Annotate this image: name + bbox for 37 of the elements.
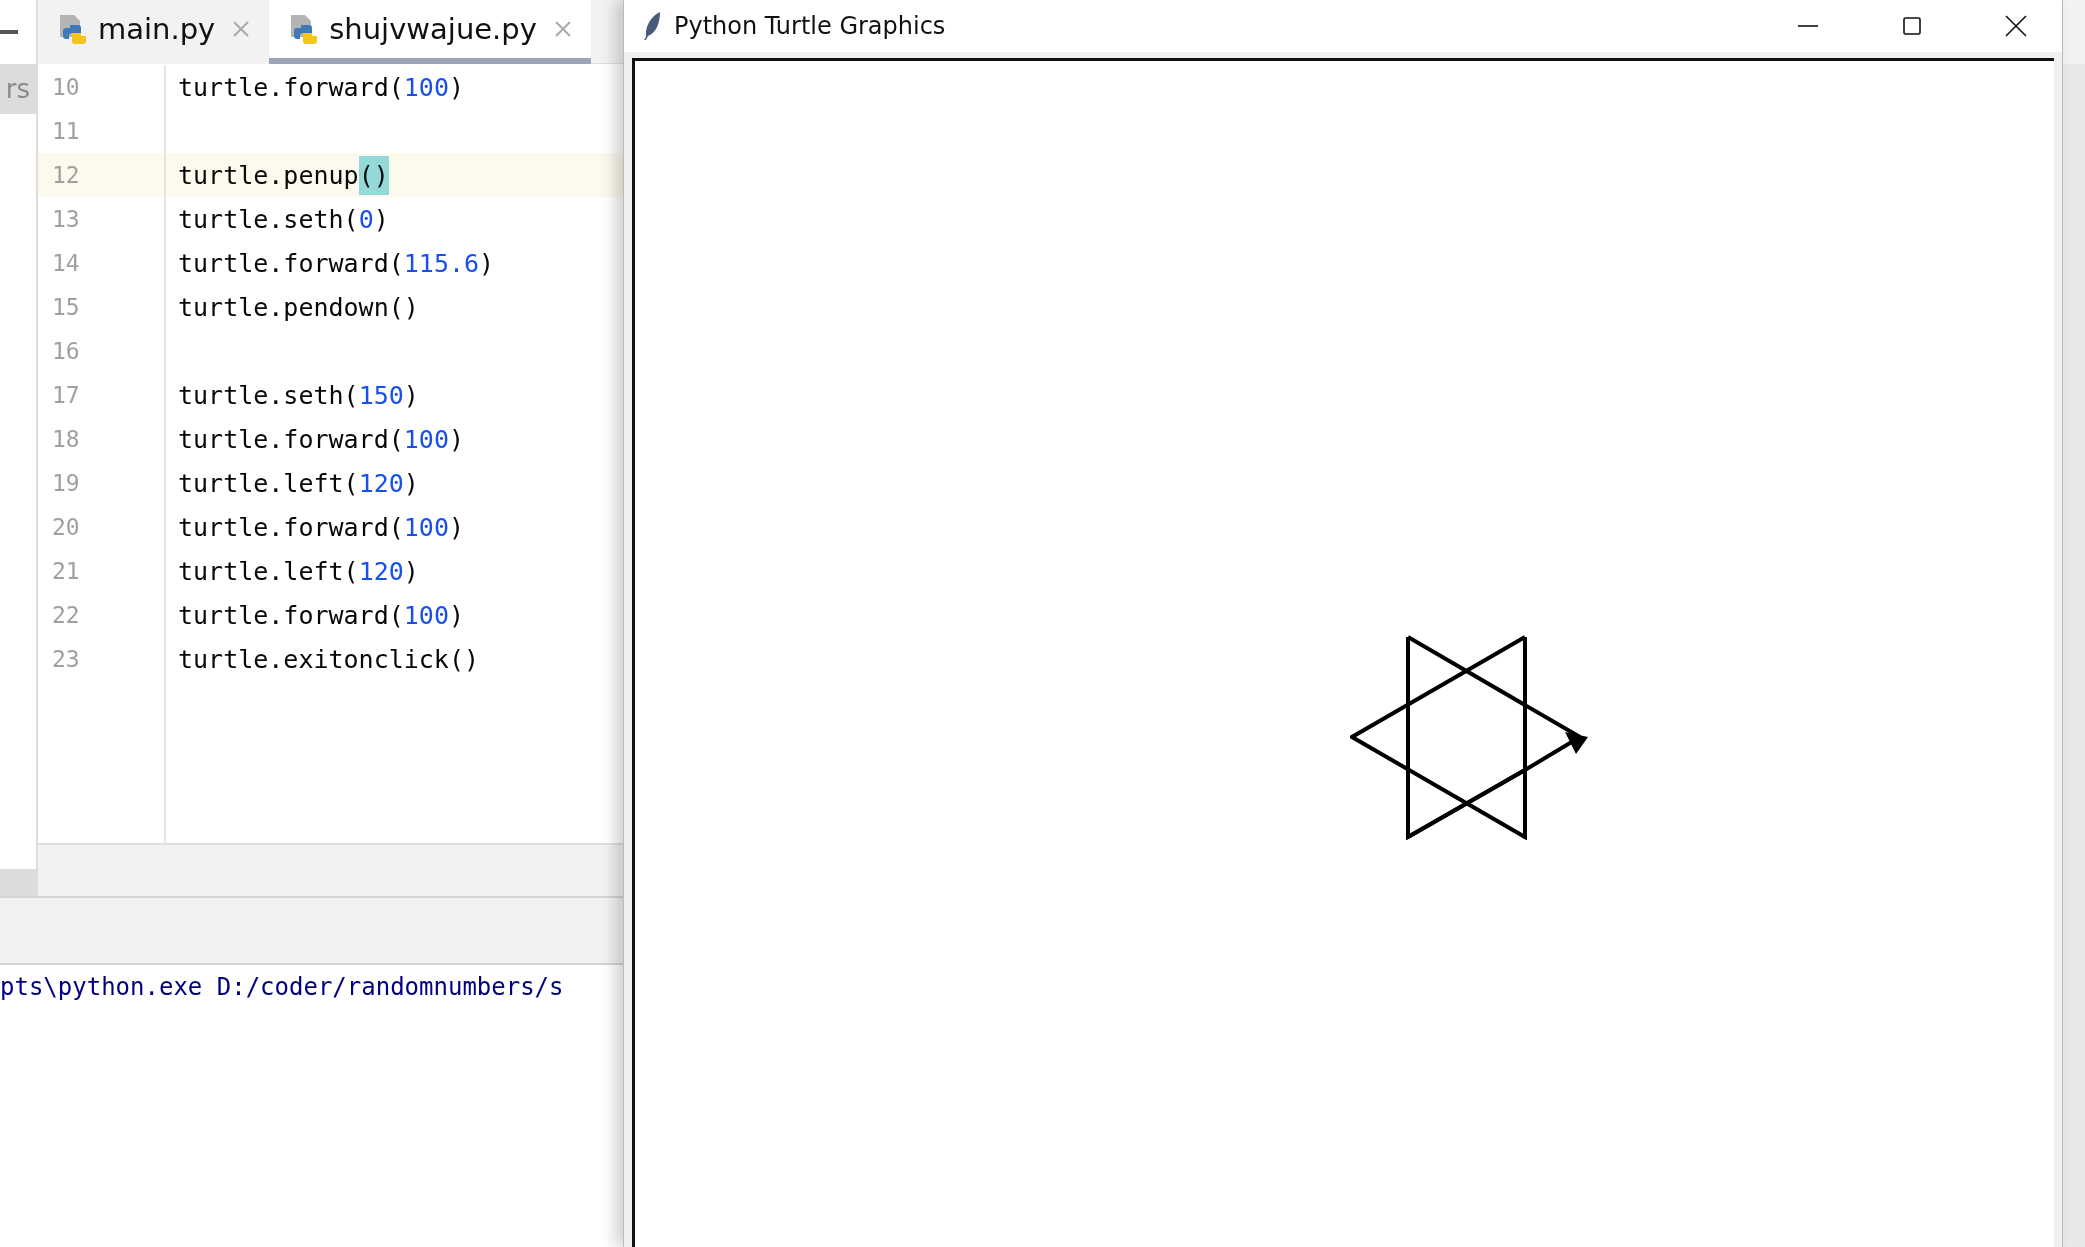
file-tab[interactable]: shujvwajue.py <box>269 0 591 64</box>
python-file-icon <box>289 13 320 45</box>
code-line: turtle.exitonclick() <box>178 643 480 676</box>
code-line: turtle.forward(100) <box>178 599 464 632</box>
code-line: turtle.pendown() <box>178 291 419 324</box>
maximize-icon <box>1902 16 1922 36</box>
window-title: Python Turtle Graphics <box>674 12 947 40</box>
close-icon[interactable] <box>554 21 571 37</box>
line-number: 23 <box>52 646 80 672</box>
code-line: turtle.forward(100) <box>178 511 464 544</box>
python-file-icon <box>58 13 88 45</box>
code-line: turtle.penup() <box>178 153 389 197</box>
code-line: turtle.forward(100) <box>178 423 464 456</box>
line-number: 20 <box>52 514 80 540</box>
feather-icon <box>642 11 662 41</box>
line-number: 16 <box>52 338 80 364</box>
line-number: 17 <box>52 382 80 408</box>
minimize-icon <box>1798 25 1818 27</box>
code-line: turtle.forward(115.6) <box>178 247 495 280</box>
line-number: 13 <box>52 206 80 232</box>
code-line: turtle.seth(150) <box>178 379 419 412</box>
close-icon <box>2005 15 2027 37</box>
line-number: 14 <box>52 250 80 276</box>
line-number: 11 <box>52 118 80 144</box>
line-number: 19 <box>52 470 80 496</box>
line-number: 12 <box>52 162 80 188</box>
line-number: 10 <box>52 74 80 100</box>
code-line: turtle.forward(100) <box>178 71 464 104</box>
line-number: 18 <box>52 426 80 452</box>
close-icon[interactable] <box>233 21 250 37</box>
line-number: 22 <box>52 602 80 628</box>
code-line: turtle.left(120) <box>178 555 419 588</box>
code-line: turtle.seth(0) <box>178 203 389 236</box>
console-output: pts\python.exe D:/coder/randomnumbers/s <box>0 973 564 1001</box>
line-number: 15 <box>52 294 80 320</box>
line-number: 21 <box>52 558 80 584</box>
code-line: turtle.left(120) <box>178 467 419 500</box>
